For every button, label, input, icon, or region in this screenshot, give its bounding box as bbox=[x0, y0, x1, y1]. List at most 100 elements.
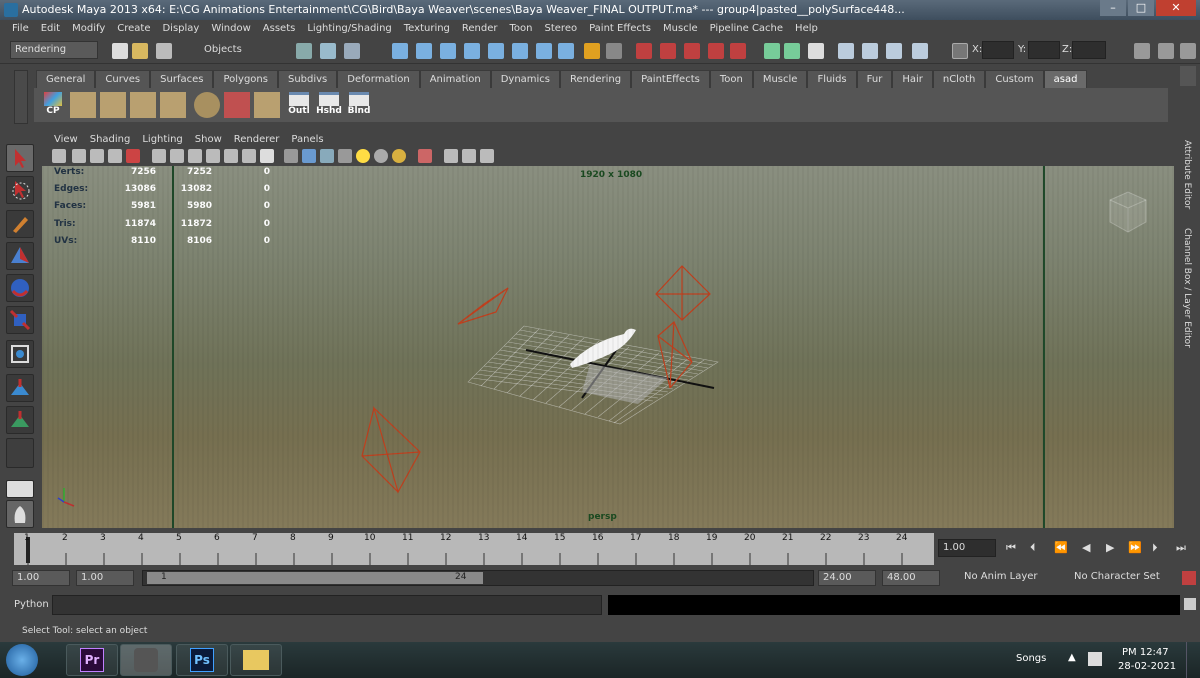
shelf-tab-custom[interactable]: Custom bbox=[985, 70, 1044, 88]
step-forward-frame-icon[interactable]: ⏵ bbox=[1152, 541, 1158, 555]
panel-menu-renderer[interactable]: Renderer bbox=[228, 132, 286, 148]
shelf-cp-button[interactable]: CP bbox=[40, 92, 66, 118]
use-all-lights-icon[interactable] bbox=[356, 149, 370, 163]
current-time-field[interactable]: 1.00 bbox=[938, 539, 996, 557]
shadows-icon[interactable] bbox=[374, 149, 388, 163]
safe-action-icon[interactable] bbox=[242, 149, 256, 163]
animation-preferences-icon[interactable] bbox=[1182, 571, 1196, 585]
shelf-tab-ncloth[interactable]: nCloth bbox=[932, 70, 986, 88]
construction-history-icon[interactable] bbox=[764, 43, 780, 59]
shelf-tab-muscle[interactable]: Muscle bbox=[752, 70, 808, 88]
attribute-editor-tab[interactable]: Attribute Editor bbox=[1182, 140, 1192, 209]
menu-muscle[interactable]: Muscle bbox=[657, 20, 704, 38]
shelf-uv-tool-2-icon[interactable] bbox=[100, 92, 126, 118]
menu-assets[interactable]: Assets bbox=[257, 20, 302, 38]
save-scene-icon[interactable] bbox=[156, 43, 172, 59]
go-to-start-icon[interactable]: ⏮ bbox=[1006, 541, 1016, 555]
shelf-tab-curves[interactable]: Curves bbox=[95, 70, 151, 88]
shelf-uv-tool-3-icon[interactable] bbox=[130, 92, 156, 118]
taskbar-maya[interactable] bbox=[120, 644, 172, 676]
script-editor-icon[interactable] bbox=[1184, 598, 1196, 610]
camera-select-icon[interactable] bbox=[52, 149, 66, 163]
manipulator-tool-icon[interactable] bbox=[6, 340, 34, 368]
xray-icon[interactable] bbox=[444, 149, 458, 163]
hypershade-icon[interactable] bbox=[912, 43, 928, 59]
show-desktop-button[interactable] bbox=[1186, 642, 1200, 678]
snap-to-curves-icon[interactable] bbox=[660, 43, 676, 59]
range-slider[interactable]: 1 24 bbox=[142, 570, 814, 586]
xray-components-icon[interactable] bbox=[480, 149, 494, 163]
y-field[interactable] bbox=[1028, 41, 1060, 59]
shelf-hshd-button[interactable]: Hshd bbox=[316, 92, 342, 118]
taskbar-explorer[interactable] bbox=[230, 644, 282, 676]
xray-joints-icon[interactable] bbox=[462, 149, 476, 163]
input-output-icon[interactable] bbox=[784, 43, 800, 59]
open-scene-icon[interactable] bbox=[132, 43, 148, 59]
menu-help[interactable]: Help bbox=[789, 20, 824, 38]
select-handles-icon[interactable] bbox=[392, 43, 408, 59]
menu-texturing[interactable]: Texturing bbox=[398, 20, 456, 38]
shelf-menu-icon[interactable] bbox=[1180, 66, 1196, 86]
minimize-button[interactable]: – bbox=[1100, 0, 1126, 16]
shelf-uv-tool-5-icon[interactable] bbox=[194, 92, 220, 118]
channel-box-tab[interactable]: Channel Box / Layer Editor bbox=[1182, 228, 1192, 348]
menu-pipeline-cache[interactable]: Pipeline Cache bbox=[704, 20, 789, 38]
shelf-tab-deformation[interactable]: Deformation bbox=[337, 70, 420, 88]
isolate-select-icon[interactable] bbox=[418, 149, 432, 163]
shelf-tab-animation[interactable]: Animation bbox=[419, 70, 491, 88]
shelf-tab-surfaces[interactable]: Surfaces bbox=[150, 70, 214, 88]
taskbar-photoshop[interactable]: Ps bbox=[176, 644, 228, 676]
panel-menu-panels[interactable]: Panels bbox=[285, 132, 329, 148]
shelf-uv-tool-1-icon[interactable] bbox=[70, 92, 96, 118]
wireframe-on-shaded-icon[interactable] bbox=[320, 149, 334, 163]
paint-select-tool-icon[interactable] bbox=[6, 210, 34, 238]
maximize-button[interactable]: □ bbox=[1128, 0, 1154, 16]
last-tool-used-icon[interactable] bbox=[6, 438, 34, 468]
x-field[interactable] bbox=[982, 41, 1014, 59]
shelf-tab-subdivs[interactable]: Subdivs bbox=[277, 70, 338, 88]
new-scene-icon[interactable] bbox=[112, 43, 128, 59]
shelf-tab-toon[interactable]: Toon bbox=[709, 70, 753, 88]
select-by-component-icon[interactable] bbox=[344, 43, 360, 59]
show-manipulator-tool-icon[interactable] bbox=[6, 406, 34, 434]
snap-to-view-planes-icon[interactable] bbox=[708, 43, 724, 59]
z-field[interactable] bbox=[1072, 41, 1106, 59]
range-slider-handle[interactable]: 1 24 bbox=[147, 572, 483, 584]
rotate-tool-icon[interactable] bbox=[6, 274, 34, 302]
tray-label[interactable]: Songs bbox=[1016, 653, 1046, 664]
menu-file[interactable]: File bbox=[6, 20, 35, 38]
play-backwards-icon[interactable]: ◀ bbox=[1082, 541, 1090, 554]
snap-to-points-icon[interactable] bbox=[684, 43, 700, 59]
go-to-end-icon[interactable]: ⏭ bbox=[1176, 541, 1186, 555]
layout-quick-icon[interactable] bbox=[6, 500, 34, 528]
character-set-dropdown[interactable]: No Character Set bbox=[1070, 570, 1174, 586]
render-view-icon[interactable] bbox=[808, 43, 824, 59]
select-dynamics-icon[interactable] bbox=[512, 43, 528, 59]
step-forward-key-icon[interactable]: ⏩ bbox=[1128, 541, 1142, 554]
safe-title-icon[interactable] bbox=[260, 149, 274, 163]
step-back-key-icon[interactable]: ⏪ bbox=[1054, 541, 1068, 554]
select-misc-icon[interactable] bbox=[558, 43, 574, 59]
network-icon[interactable] bbox=[1088, 652, 1102, 666]
gate-mask-icon[interactable] bbox=[206, 149, 220, 163]
menu-lighting-shading[interactable]: Lighting/Shading bbox=[301, 20, 397, 38]
clock-time[interactable]: PM 12:47 bbox=[1122, 647, 1169, 658]
shelf-tab-dynamics[interactable]: Dynamics bbox=[490, 70, 561, 88]
shelf-options-icon[interactable] bbox=[14, 70, 28, 124]
view-cube-icon[interactable] bbox=[1102, 186, 1154, 238]
menu-stereo[interactable]: Stereo bbox=[539, 20, 584, 38]
lock-selection-icon[interactable] bbox=[584, 43, 600, 59]
wireframe-icon[interactable] bbox=[284, 149, 298, 163]
menuset-dropdown[interactable]: Rendering bbox=[10, 41, 98, 59]
scale-tool-icon[interactable] bbox=[6, 306, 34, 334]
clock-date[interactable]: 28-02-2021 bbox=[1118, 661, 1176, 672]
menu-edit[interactable]: Edit bbox=[35, 20, 66, 38]
textured-icon[interactable] bbox=[338, 149, 352, 163]
menu-display[interactable]: Display bbox=[156, 20, 205, 38]
grease-pencil-icon[interactable] bbox=[126, 149, 140, 163]
perspective-viewport[interactable]: Verts: 7256 7252 0 Edges: 13086 13082 0 … bbox=[42, 166, 1174, 528]
menu-modify[interactable]: Modify bbox=[66, 20, 111, 38]
menu-render[interactable]: Render bbox=[456, 20, 504, 38]
show-hidden-icons-icon[interactable]: ▲ bbox=[1068, 652, 1076, 663]
render-settings-icon[interactable] bbox=[886, 43, 902, 59]
